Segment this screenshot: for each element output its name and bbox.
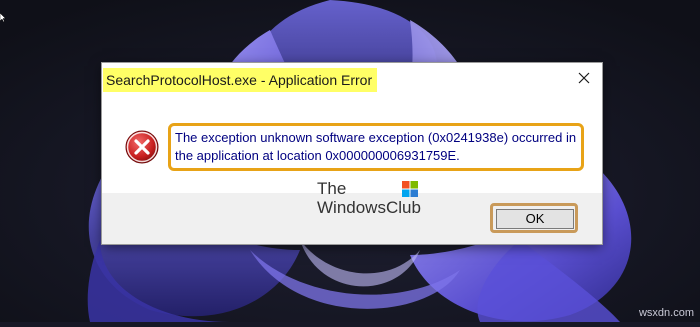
error-dialog: SearchProtocolHost.exe - Application Err… bbox=[102, 63, 602, 244]
dialog-titlebar[interactable]: SearchProtocolHost.exe - Application Err… bbox=[102, 63, 602, 95]
dialog-content: The exception unknown software exception… bbox=[102, 95, 602, 193]
ok-button-highlight: OK bbox=[490, 203, 578, 233]
close-icon bbox=[578, 72, 590, 84]
close-button[interactable] bbox=[570, 66, 598, 92]
watermark-line1: The bbox=[317, 179, 347, 198]
watermark-line2: WindowsClub bbox=[317, 198, 421, 217]
dialog-title: SearchProtocolHost.exe - Application Err… bbox=[103, 68, 378, 92]
site-watermark: wsxdn.com bbox=[638, 307, 694, 319]
mouse-cursor bbox=[0, 10, 7, 28]
ok-button[interactable]: OK bbox=[496, 209, 574, 229]
windowsclub-watermark: The WindowsClub bbox=[317, 180, 427, 220]
windowsclub-logo-icon bbox=[402, 181, 418, 197]
error-icon bbox=[124, 129, 160, 165]
error-message: The exception unknown software exception… bbox=[175, 130, 577, 163]
error-message-highlight: The exception unknown software exception… bbox=[168, 123, 584, 171]
